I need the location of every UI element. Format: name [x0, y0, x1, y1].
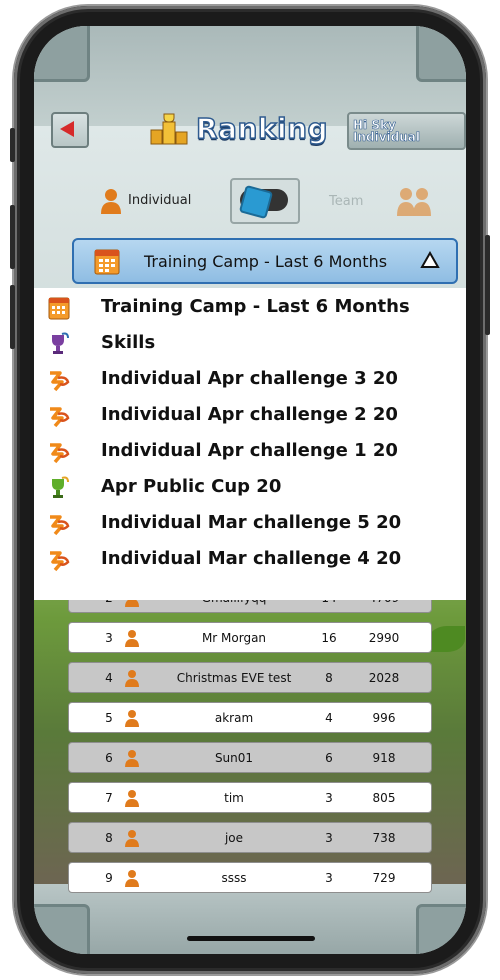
player-score: 6 — [325, 751, 333, 765]
option-challenge[interactable]: Individual Apr challenge 3 20 — [34, 362, 466, 398]
option-skills[interactable]: Skills — [34, 326, 466, 362]
player-name: Mr Morgan — [201, 631, 267, 645]
user-icon — [125, 630, 139, 647]
player-points: 805 — [372, 791, 396, 805]
player-score: 3 — [325, 831, 333, 845]
player-points: 738 — [372, 831, 396, 845]
selected-category-label: Training Camp - Last 6 Months — [144, 252, 388, 271]
user-icon — [125, 750, 139, 767]
challenge-icon — [50, 407, 70, 428]
cup-icon — [52, 476, 69, 498]
volume-down-button — [10, 285, 15, 349]
option-public-cup[interactable]: Apr Public Cup 20 — [34, 470, 466, 506]
challenge-icon — [50, 443, 70, 464]
rank-number: 7 — [105, 791, 113, 805]
rank-number: 9 — [105, 871, 113, 885]
toggle-knob-icon — [238, 184, 274, 220]
player-name: akram — [214, 711, 254, 725]
option-label: Individual Mar challenge 4 20 — [101, 548, 402, 569]
ranking-row[interactable]: 6 Sun01 6 918 — [68, 742, 432, 773]
user-icon — [125, 670, 139, 687]
page-title: Ranking — [195, 111, 329, 146]
player-name: ssss — [221, 871, 247, 885]
option-label: Individual Apr challenge 2 20 — [101, 404, 398, 425]
podium-trophy-icon — [150, 113, 188, 145]
player-points: 729 — [372, 871, 396, 885]
player-points: 996 — [372, 711, 396, 725]
option-label: Individual Apr challenge 1 20 — [101, 440, 398, 461]
option-challenge[interactable]: Individual Mar challenge 4 20 — [34, 542, 466, 578]
skills-trophy-icon — [52, 332, 69, 354]
team-label[interactable]: Team — [329, 194, 363, 209]
ranking-row[interactable]: 7 tim 3 805 — [68, 782, 432, 813]
challenge-icon — [50, 551, 70, 572]
stone-bottom-frame — [34, 884, 466, 954]
user-icon — [125, 710, 139, 727]
calendar-icon — [94, 249, 120, 275]
hisky-line-2: Individual — [353, 130, 421, 144]
mode-toggle-switch[interactable] — [230, 178, 300, 224]
ranking-row[interactable]: 5 akram 4 996 — [68, 702, 432, 733]
ranking-category-dropdown[interactable]: Training Camp - Last 6 Months — [72, 238, 458, 284]
individual-label[interactable]: Individual — [128, 193, 191, 208]
user-icon — [125, 830, 139, 847]
hi-sky-individual-button[interactable]: Hi Sky Individual — [347, 112, 466, 150]
option-label: Training Camp - Last 6 Months — [101, 296, 410, 317]
user-icon — [125, 790, 139, 807]
player-name: Sun01 — [214, 751, 254, 765]
option-label: Individual Mar challenge 5 20 — [101, 512, 402, 533]
player-score: 4 — [325, 711, 333, 725]
player-name: Christmas EVE test — [176, 671, 292, 685]
rank-number: 4 — [105, 671, 113, 685]
stone-top-frame — [34, 26, 466, 126]
challenge-icon — [50, 371, 70, 392]
back-button[interactable] — [51, 112, 89, 148]
option-challenge[interactable]: Individual Apr challenge 1 20 — [34, 434, 466, 470]
player-points: 918 — [372, 751, 396, 765]
player-score: 3 — [325, 871, 333, 885]
home-indicator[interactable] — [187, 936, 315, 941]
silent-switch — [10, 128, 15, 162]
option-challenge[interactable]: Individual Apr challenge 2 20 — [34, 398, 466, 434]
user-icon — [125, 870, 139, 887]
player-name: tim — [224, 791, 244, 805]
player-name: joe — [224, 831, 244, 845]
rank-number: 5 — [105, 711, 113, 725]
calendar-icon — [48, 297, 70, 320]
option-training-camp[interactable]: Training Camp - Last 6 Months — [34, 290, 466, 326]
player-score: 8 — [325, 671, 333, 685]
player-points: 2990 — [368, 631, 400, 645]
rank-number: 3 — [105, 631, 113, 645]
power-button — [485, 235, 490, 335]
volume-up-button — [10, 205, 15, 269]
option-label: Skills — [101, 332, 156, 353]
ranking-row[interactable]: 4 Christmas EVE test 8 2028 — [68, 662, 432, 693]
caret-up-icon — [420, 251, 440, 268]
player-points: 2028 — [368, 671, 400, 685]
challenge-icon — [50, 515, 70, 536]
option-label: Individual Apr challenge 3 20 — [101, 368, 398, 389]
option-challenge[interactable]: Individual Mar challenge 5 20 — [34, 506, 466, 542]
rank-number: 8 — [105, 831, 113, 845]
app-screen: 2 Gmailifyqq 14 4709 3 Mr Morgan 16 2990… — [34, 26, 466, 954]
ranking-row[interactable]: 8 joe 3 738 — [68, 822, 432, 853]
player-score: 16 — [321, 631, 337, 645]
ranking-row[interactable]: 9 ssss 3 729 — [68, 862, 432, 893]
option-label: Apr Public Cup 20 — [101, 476, 282, 497]
individual-icon — [101, 189, 121, 214]
player-score: 3 — [325, 791, 333, 805]
category-options-list: Training Camp - Last 6 Months Skills Ind… — [34, 288, 466, 600]
rank-number: 6 — [105, 751, 113, 765]
team-icon — [397, 188, 431, 216]
back-arrow-icon — [60, 121, 74, 137]
ranking-row[interactable]: 3 Mr Morgan 16 2990 — [68, 622, 432, 653]
